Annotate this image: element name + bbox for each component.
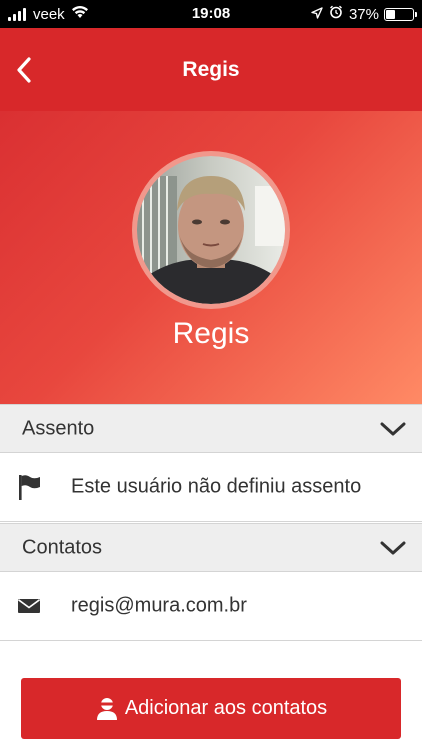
section-title-seat: Assento: [22, 417, 95, 439]
add-contact-label: Adicionar aos contatos: [124, 697, 328, 719]
add-contact-button[interactable]: Adicionar aos contatos: [21, 678, 401, 739]
battery-percent: 37%: [348, 5, 379, 23]
profile-screen: veek 19:08 37% Regis Regis Assento Este …: [0, 0, 422, 750]
chevron-down-icon: [380, 422, 406, 435]
chevron-left-icon: [17, 57, 31, 83]
email-row[interactable]: regis@mura.com.br: [0, 572, 422, 641]
battery-icon: [384, 7, 417, 21]
alarm-icon: [329, 5, 349, 23]
page-title: Regis: [182, 58, 240, 81]
seat-value: Este usuário não definiu assento: [71, 475, 362, 498]
chevron-down-icon: [380, 541, 406, 554]
section-title-contacts: Contatos: [22, 536, 103, 558]
avatar: [137, 156, 285, 304]
profile-header: Regis: [0, 111, 422, 404]
battery-level: [386, 9, 396, 19]
section-header-seat[interactable]: Assento: [0, 404, 422, 453]
envelope-icon: [17, 597, 41, 615]
flag-icon: [17, 473, 43, 501]
email-value[interactable]: regis@mura.com.br: [71, 595, 247, 618]
status-bar: veek 19:08 37%: [0, 0, 422, 28]
seat-row: Este usuário não definiu assento: [0, 453, 422, 522]
avatar-ring: [132, 151, 290, 309]
user-icon: [95, 697, 119, 721]
section-header-contacts[interactable]: Contatos: [0, 523, 422, 572]
location-icon: [311, 6, 329, 23]
back-button[interactable]: [6, 52, 42, 88]
profile-name: Regis: [172, 317, 250, 350]
navigation-bar: Regis: [0, 28, 422, 111]
status-right: 37%: [311, 5, 417, 23]
